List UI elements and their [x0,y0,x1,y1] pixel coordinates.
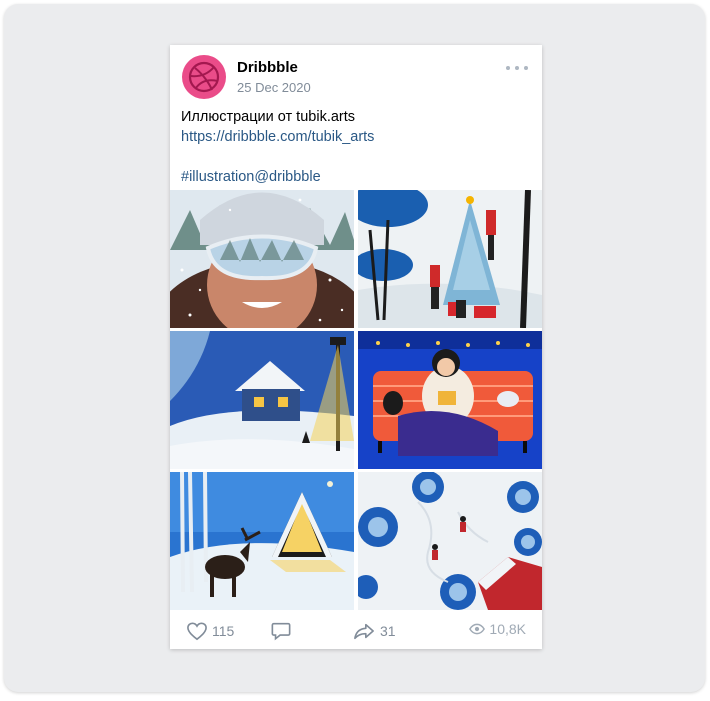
share-button[interactable]: 31 [352,621,396,641]
photo-christmas-tree[interactable] [358,190,542,328]
photo-grid [170,190,542,610]
more-options-icon[interactable] [506,63,528,73]
post-card: Dribbble 25 Dec 2020 Иллюстрации от tubi… [170,45,542,649]
share-count: 31 [380,623,396,639]
heart-icon [187,622,207,641]
photo-moose-cabin[interactable] [170,472,354,610]
photo-girl-on-sofa[interactable] [358,331,542,469]
post-actions: 115 31 10,8K [170,611,542,649]
post-link[interactable]: https://dribbble.com/tubik_arts [181,127,374,147]
like-count: 115 [212,623,235,639]
views-count: 10,8K [489,621,526,637]
post-hashtag[interactable]: #illustration@dribbble [181,167,374,187]
post-caption: Иллюстрации от tubik.arts [181,109,356,125]
photo-snow-angels[interactable] [358,472,542,610]
eye-icon [469,623,486,635]
dribbble-logo-icon [188,61,220,93]
views-counter: 10,8K [469,621,526,637]
comment-icon [271,622,291,641]
comment-button[interactable] [270,621,296,641]
share-icon [354,623,374,640]
dribbble-avatar[interactable] [182,55,226,99]
author-name[interactable]: Dribbble [237,59,298,76]
photo-snowy-house[interactable] [170,331,354,469]
post-text-block: Иллюстрации от tubik.arts https://dribbb… [181,107,374,187]
like-button[interactable]: 115 [186,621,234,641]
photo-skier-goggles[interactable] [170,190,354,328]
post-date[interactable]: 25 Dec 2020 [237,80,311,95]
